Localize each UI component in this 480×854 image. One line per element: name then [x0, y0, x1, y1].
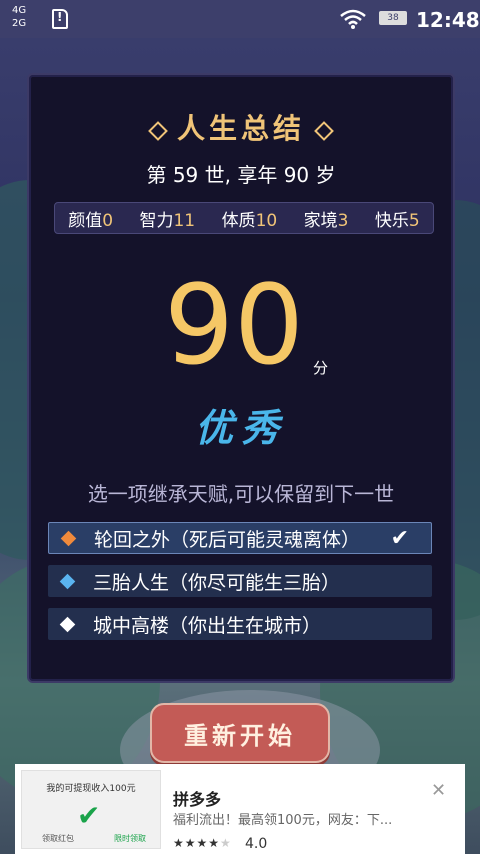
diamond-icon — [59, 573, 76, 589]
stat-appearance: 颜值0 — [68, 210, 114, 231]
stat-physique: 体质10 — [221, 210, 278, 231]
talent-label: 轮回之外（死后可能灵魂离体） — [94, 528, 361, 551]
thumb-left-label: 领取红包 — [42, 834, 74, 843]
checkmark-icon: ✔ — [390, 525, 409, 551]
stat-intelligence: 智力11 — [139, 210, 196, 231]
stat-family: 家境3 — [303, 210, 349, 231]
battery-level: 38 — [381, 13, 405, 23]
ad-banner[interactable]: 我的可提现收入100元 ✔ 领取红包 限时领取 拼多多 福利流出！最高领100元… — [15, 764, 465, 854]
diamond-icon — [314, 120, 334, 141]
clock: 12:48 — [416, 8, 480, 32]
status-bar: 4G 2G 38 12:48 — [0, 0, 480, 38]
ad-title[interactable]: 拼多多 — [173, 786, 221, 810]
close-icon[interactable]: ✕ — [431, 780, 446, 801]
battery-icon: 38 — [379, 11, 407, 25]
wifi-icon — [340, 9, 366, 29]
network-indicator: 4G 2G — [12, 5, 27, 29]
ad-rating: 4.0 — [245, 836, 268, 852]
sim-alert-icon — [52, 9, 68, 29]
panel-title: 人生总结 — [29, 107, 453, 147]
talent-option-1[interactable]: 轮回之外（死后可能灵魂离体） ✔ — [48, 522, 432, 554]
inherit-instruction: 选一项继承天赋,可以保留到下一世 — [87, 482, 395, 506]
diamond-icon — [148, 120, 168, 141]
stat-happiness: 快乐5 — [374, 210, 420, 231]
thumb-right-label: 限时领取 — [114, 834, 146, 843]
panel-title-text: 人生总结 — [176, 112, 305, 145]
check-icon: ✔ — [77, 799, 101, 832]
score-unit: 分 — [313, 359, 329, 377]
talent-option-2[interactable]: 三胎人生（你尽可能生三胎） — [48, 565, 432, 597]
diamond-icon — [59, 616, 76, 632]
talent-label: 城中高楼（你出生在城市） — [93, 614, 322, 637]
thumb-caption: 我的可提现收入100元 — [46, 784, 136, 794]
talent-option-3[interactable]: 城中高楼（你出生在城市） — [48, 608, 432, 640]
ad-thumbnail[interactable]: 我的可提现收入100元 ✔ 领取红包 限时领取 — [21, 770, 161, 849]
grade-label: 优秀 — [194, 405, 287, 450]
final-score: 90 — [164, 261, 304, 389]
restart-button[interactable]: 重新开始 — [150, 703, 330, 763]
life-summary-panel: 人生总结 第 59 世, 享年 90 岁 颜值0 智力11 体质10 家境3 快… — [27, 73, 455, 683]
talent-label: 三胎人生（你尽可能生三胎） — [93, 571, 341, 594]
ad-description[interactable]: 福利流出！最高领100元，网友：下... — [173, 809, 433, 828]
rating-stars-icon: ★★★★★ — [173, 836, 232, 850]
attribute-stats-bar: 颜值0 智力11 体质10 家境3 快乐5 — [54, 202, 434, 234]
diamond-icon — [60, 530, 77, 546]
life-summary-text: 第 59 世, 享年 90 岁 — [146, 163, 336, 187]
